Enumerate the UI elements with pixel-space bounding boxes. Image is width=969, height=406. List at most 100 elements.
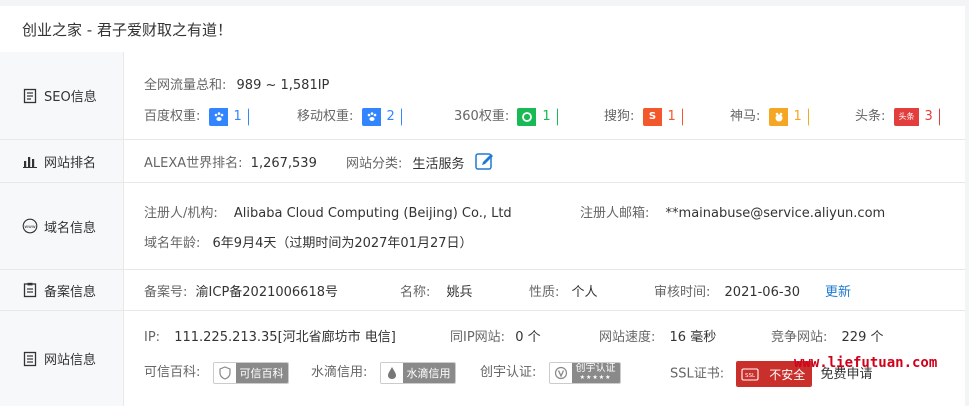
icp-name-label: 名称: xyxy=(400,285,431,300)
ssl-icon-text: SSL xyxy=(745,373,756,379)
domain-content: 注册人/机构: Alibaba Cloud Computing (Beijing… xyxy=(124,183,965,269)
info-table: SEO信息 全网流量总和: 989 ~ 1,581IP 百度权重: 1 移动权重… xyxy=(0,52,965,406)
svg-text:www: www xyxy=(24,225,36,230)
kexin-button[interactable]: 可信百科 xyxy=(212,361,289,384)
kexin-label: 可信百科: xyxy=(144,365,201,380)
ip-label: IP: xyxy=(144,330,161,345)
rank-content: ALEXA世界排名: 1,267,539 网站分类: 生活服务 xyxy=(124,140,965,182)
competitor-label: 竞争网站: xyxy=(771,330,828,345)
weight-sogou[interactable]: 搜狗: S 1 xyxy=(604,105,683,126)
same-ip-label: 同IP网站: xyxy=(450,330,506,345)
document-icon xyxy=(23,88,37,103)
icp-row: 备案信息 备案号: 渝ICP备2021006618号 名称: 姚兵 性质: 个人… xyxy=(0,270,965,311)
rank-label: 网站排名 xyxy=(44,155,97,171)
rating-stars: ★★★★★ xyxy=(579,373,612,381)
weight-value: 1 xyxy=(787,107,808,126)
competitor-value: 229 个 xyxy=(841,330,884,345)
weight-360[interactable]: 360权重: 1 xyxy=(454,105,558,126)
weight-label: 移动权重: xyxy=(297,109,354,124)
domain-label: 域名信息 xyxy=(44,220,97,236)
toutiao-weight-badge[interactable]: 头条 3 xyxy=(893,107,940,126)
sogou-weight-badge[interactable]: S 1 xyxy=(642,107,683,126)
traffic-label: 全网流量总和: xyxy=(144,78,227,93)
weight-label: 搜狗: xyxy=(604,109,635,124)
chuangyu-button-label: 创宇认证 xyxy=(575,362,616,374)
toutiao-icon: 头条 xyxy=(894,108,919,125)
icp-type-value: 个人 xyxy=(571,285,598,300)
shuidi-button[interactable]: 水滴信用 xyxy=(379,361,456,384)
weight-label: 百度权重: xyxy=(144,109,201,124)
icp-audit-value: 2021-06-30 xyxy=(724,285,801,300)
same-ip-value: 0 个 xyxy=(515,330,541,345)
chuangyu-button[interactable]: 创宇认证 ★★★★★ xyxy=(548,361,621,384)
watermark: www.liefutuan.com xyxy=(794,355,938,371)
ssl-lock-icon: SSL xyxy=(737,362,764,386)
www-globe-icon: www xyxy=(22,218,38,234)
shield-icon xyxy=(213,362,236,383)
weight-shenma[interactable]: 神马: 1 xyxy=(730,105,809,126)
site-label-cell: 网站信息 xyxy=(0,311,124,406)
baidu-weight-badge[interactable]: 1 xyxy=(208,107,249,126)
weight-label: 头条: xyxy=(855,109,886,124)
weight-value: 1 xyxy=(227,107,248,126)
weight-baidu[interactable]: 百度权重: 1 xyxy=(144,105,249,126)
kexin-button-label: 可信百科 xyxy=(235,362,288,383)
category-value: 生活服务 xyxy=(412,156,465,172)
paw-icon xyxy=(209,108,228,125)
paw-icon xyxy=(362,108,381,125)
speed-label: 网站速度: xyxy=(599,330,656,345)
icp-update-link[interactable]: 更新 xyxy=(825,281,851,300)
weight-value: 3 xyxy=(918,107,939,126)
page: 创业之家 - 君子爱财取之有道！ SEO信息 全网流量总和: 989 ~ 1,5… xyxy=(0,0,969,406)
seo-content: 全网流量总和: 989 ~ 1,581IP 百度权重: 1 移动权重: 2 36… xyxy=(124,52,965,139)
site-label: 网站信息 xyxy=(44,353,97,368)
sogou-icon: S xyxy=(643,108,662,125)
domain-row: www 域名信息 注册人/机构: Alibaba Cloud Computing… xyxy=(0,183,965,270)
shenma-weight-badge[interactable]: 1 xyxy=(768,107,809,126)
weight-label: 神马: xyxy=(730,109,761,124)
age-value: 6年9月4天（过期时间为2027年01月27日） xyxy=(212,236,473,251)
shuidi-label: 水滴信用: xyxy=(311,365,368,380)
icp-label-cell: 备案信息 xyxy=(0,270,124,310)
shenma-icon xyxy=(769,108,788,125)
mobile-weight-badge[interactable]: 2 xyxy=(361,107,402,126)
age-label: 域名年龄: xyxy=(144,236,201,251)
clipboard-icon xyxy=(23,282,37,298)
shuidi-button-label: 水滴信用 xyxy=(402,362,455,383)
360-weight-badge[interactable]: 1 xyxy=(517,107,558,126)
weight-value: 1 xyxy=(661,107,682,126)
seo-label-cell: SEO信息 xyxy=(0,52,124,139)
weight-value: 1 xyxy=(536,107,557,126)
seo-label: SEO信息 xyxy=(44,90,97,105)
v-shield-icon xyxy=(549,362,572,383)
ip-value: 111.225.213.35[河北省廊坊市 电信] xyxy=(174,330,396,345)
bar-chart-icon xyxy=(23,157,37,168)
traffic-value: 989 ~ 1,581IP xyxy=(236,78,330,93)
water-drop-icon xyxy=(380,362,403,383)
rank-label-cell: 网站排名 xyxy=(0,140,124,182)
title-bar: 创业之家 - 君子爱财取之有道！ xyxy=(0,6,965,53)
speed-value: 16 毫秒 xyxy=(669,330,717,345)
site-title: 创业之家 - 君子爱财取之有道！ xyxy=(22,21,232,39)
360-icon xyxy=(518,108,537,125)
registrant-label: 注册人/机构: xyxy=(144,206,218,221)
list-document-icon xyxy=(23,351,37,366)
email-label: 注册人邮箱: xyxy=(580,206,650,221)
weight-toutiao[interactable]: 头条: 头条 3 xyxy=(855,105,940,126)
icp-audit-label: 审核时间: xyxy=(654,285,711,300)
category-label: 网站分类: xyxy=(346,156,403,172)
registrant-value: Alibaba Cloud Computing (Beijing) Co., L… xyxy=(233,206,512,221)
alexa-label: ALEXA世界排名: xyxy=(144,156,243,171)
icp-name-value: 姚兵 xyxy=(446,285,473,300)
icp-type-label: 性质: xyxy=(529,285,560,300)
weight-label: 360权重: xyxy=(454,109,510,124)
icp-content: 备案号: 渝ICP备2021006618号 名称: 姚兵 性质: 个人 审核时间… xyxy=(124,270,965,310)
domain-label-cell: www 域名信息 xyxy=(0,183,124,269)
email-value: **mainabuse@service.aliyun.com xyxy=(665,206,886,221)
chuangyu-label: 创宇认证: xyxy=(480,365,537,380)
weight-value: 2 xyxy=(380,107,401,126)
seo-row: SEO信息 全网流量总和: 989 ~ 1,581IP 百度权重: 1 移动权重… xyxy=(0,52,965,140)
edit-icon[interactable] xyxy=(474,152,495,176)
icp-label: 备案信息 xyxy=(44,284,97,300)
weight-mobile[interactable]: 移动权重: 2 xyxy=(297,105,402,126)
